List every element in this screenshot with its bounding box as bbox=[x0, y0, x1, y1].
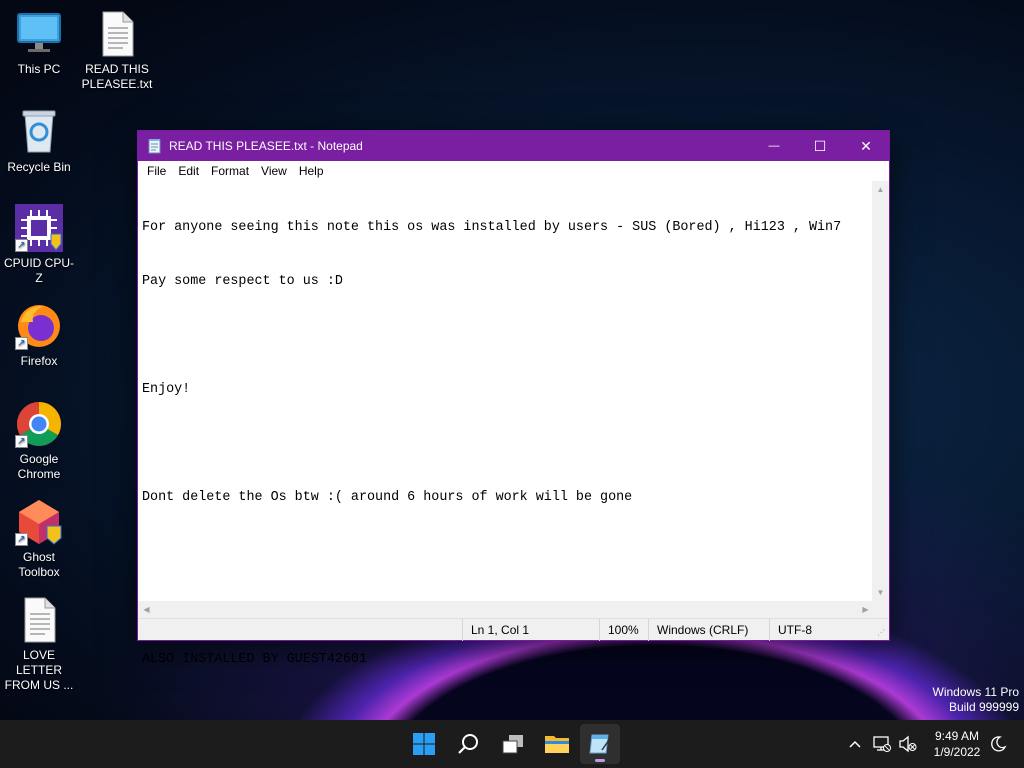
close-button[interactable]: ✕ bbox=[843, 131, 889, 161]
status-position: Ln 1, Col 1 bbox=[462, 619, 529, 641]
maximize-button[interactable]: ☐ bbox=[797, 131, 843, 161]
watermark-edition: Windows 11 Pro bbox=[932, 685, 1019, 699]
notepad-icon bbox=[589, 734, 610, 754]
desktop-icon-label: READ THIS PLEASEE.txt bbox=[81, 62, 153, 91]
status-line-ending: Windows (CRLF) bbox=[648, 619, 748, 641]
text-line: ALSO INSTALLED BY GUEST42601 bbox=[142, 652, 367, 667]
show-hidden-icons-button[interactable] bbox=[845, 734, 865, 754]
firefox-icon: ↗ bbox=[15, 302, 63, 350]
taskbar: 9:49 AM 1/9/2022 bbox=[0, 720, 1024, 768]
text-file-icon bbox=[15, 596, 63, 644]
ghost-toolbox-icon: ↗ bbox=[15, 498, 63, 546]
menu-file[interactable]: File bbox=[141, 164, 172, 178]
task-view-icon bbox=[502, 735, 523, 754]
maximize-icon: ☐ bbox=[813, 137, 827, 154]
resize-grip-icon[interactable]: ⋰ bbox=[877, 628, 887, 638]
desktop-icon-recycle-bin[interactable]: Recycle Bin bbox=[1, 108, 77, 175]
scroll-up-icon[interactable]: ▲ bbox=[872, 181, 889, 198]
status-zoom: 100% bbox=[599, 619, 639, 641]
desktop-icon-chrome[interactable]: ↗ Google Chrome bbox=[1, 400, 77, 482]
os-watermark: Windows 11 Pro Build 999999 bbox=[933, 685, 1019, 715]
desktop-icon-label: Google Chrome bbox=[17, 452, 61, 481]
task-view-button[interactable] bbox=[493, 724, 533, 764]
desktop-icon-label: This PC bbox=[17, 62, 61, 76]
cpu-z-icon: ↗ bbox=[15, 204, 63, 252]
notepad-icon bbox=[148, 139, 161, 154]
shortcut-arrow-icon: ↗ bbox=[15, 533, 28, 546]
system-clock[interactable]: 9:49 AM 1/9/2022 bbox=[926, 728, 988, 760]
menu-bar: File Edit Format View Help bbox=[138, 161, 889, 181]
window-title: READ THIS PLEASEE.txt - Notepad bbox=[169, 139, 363, 153]
monitor-icon bbox=[15, 10, 63, 58]
file-explorer-icon bbox=[545, 736, 569, 753]
recycle-bin-icon bbox=[15, 108, 63, 156]
desktop-icon-read-this-file[interactable]: READ THIS PLEASEE.txt bbox=[79, 10, 155, 92]
start-icon bbox=[413, 733, 435, 755]
shortcut-arrow-icon: ↗ bbox=[15, 337, 28, 350]
scrollbar-corner bbox=[872, 601, 889, 618]
clock-time: 9:49 AM bbox=[934, 729, 980, 743]
desktop-icon-cpu-z[interactable]: ↗ CPUID CPU-Z bbox=[1, 204, 77, 286]
chevron-up-icon bbox=[849, 740, 861, 748]
desktop-icon-label: LOVE LETTER FROM US ... bbox=[4, 648, 74, 692]
focus-assist-button[interactable] bbox=[988, 734, 1008, 754]
vertical-scrollbar[interactable]: ▲ ▼ bbox=[872, 181, 889, 601]
desktop-icon-label: Recycle Bin bbox=[7, 160, 71, 174]
volume-muted-icon bbox=[899, 735, 917, 753]
network-button[interactable] bbox=[872, 734, 892, 754]
notepad-taskbar-button[interactable] bbox=[580, 724, 620, 764]
search-icon bbox=[458, 734, 478, 754]
notepad-window[interactable]: READ THIS PLEASEE.txt - Notepad — ☐ ✕ Fi… bbox=[137, 130, 890, 667]
shortcut-arrow-icon: ↗ bbox=[15, 239, 28, 252]
focus-assist-icon bbox=[991, 736, 1007, 752]
title-bar[interactable]: READ THIS PLEASEE.txt - Notepad — ☐ ✕ bbox=[138, 131, 889, 161]
active-app-indicator bbox=[595, 759, 605, 762]
text-editor[interactable]: For anyone seeing this note this os was … bbox=[138, 181, 874, 667]
search-button[interactable] bbox=[448, 724, 488, 764]
scroll-left-icon[interactable]: ◀ bbox=[138, 601, 155, 618]
desktop-icon-label: CPUID CPU-Z bbox=[3, 256, 74, 285]
menu-format[interactable]: Format bbox=[205, 164, 255, 178]
status-bar: Ln 1, Col 1 100% Windows (CRLF) UTF-8 ⋰ bbox=[138, 618, 889, 641]
file-explorer-button[interactable] bbox=[537, 724, 577, 764]
desktop-icon-label: Ghost Toolbox bbox=[18, 550, 60, 579]
horizontal-scrollbar[interactable]: ◀ ▶ bbox=[138, 601, 874, 618]
network-icon bbox=[873, 736, 891, 752]
minimize-button[interactable]: — bbox=[751, 131, 797, 161]
text-line: Dont delete the Os btw :( around 6 hours… bbox=[142, 490, 633, 505]
text-line bbox=[142, 327, 870, 345]
desktop-icon-firefox[interactable]: ↗ Firefox bbox=[1, 302, 77, 369]
watermark-build: Build 999999 bbox=[948, 700, 1019, 714]
close-icon: ✕ bbox=[860, 137, 872, 154]
menu-help[interactable]: Help bbox=[293, 164, 330, 178]
shortcut-arrow-icon: ↗ bbox=[15, 435, 28, 448]
chrome-icon: ↗ bbox=[15, 400, 63, 448]
text-line: For anyone seeing this note this os was … bbox=[142, 220, 842, 235]
status-encoding: UTF-8 bbox=[769, 619, 812, 641]
text-line bbox=[142, 435, 870, 453]
start-button[interactable] bbox=[404, 724, 444, 764]
text-line bbox=[142, 543, 870, 561]
menu-view[interactable]: View bbox=[255, 164, 293, 178]
clock-date: 1/9/2022 bbox=[933, 745, 981, 759]
scroll-down-icon[interactable]: ▼ bbox=[872, 584, 889, 601]
text-line: Pay some respect to us :D bbox=[142, 274, 343, 289]
desktop-icon-love-letter[interactable]: LOVE LETTER FROM US ... bbox=[1, 596, 77, 693]
desktop-icon-label: Firefox bbox=[20, 354, 58, 368]
desktop-icon-this-pc[interactable]: This PC bbox=[1, 10, 77, 77]
minimize-icon: — bbox=[768, 140, 780, 152]
menu-edit[interactable]: Edit bbox=[172, 164, 205, 178]
volume-button[interactable] bbox=[898, 734, 918, 754]
text-file-icon bbox=[93, 10, 141, 58]
text-line: Enjoy! bbox=[142, 382, 191, 397]
desktop-icon-ghost-toolbox[interactable]: ↗ Ghost Toolbox bbox=[1, 498, 77, 580]
